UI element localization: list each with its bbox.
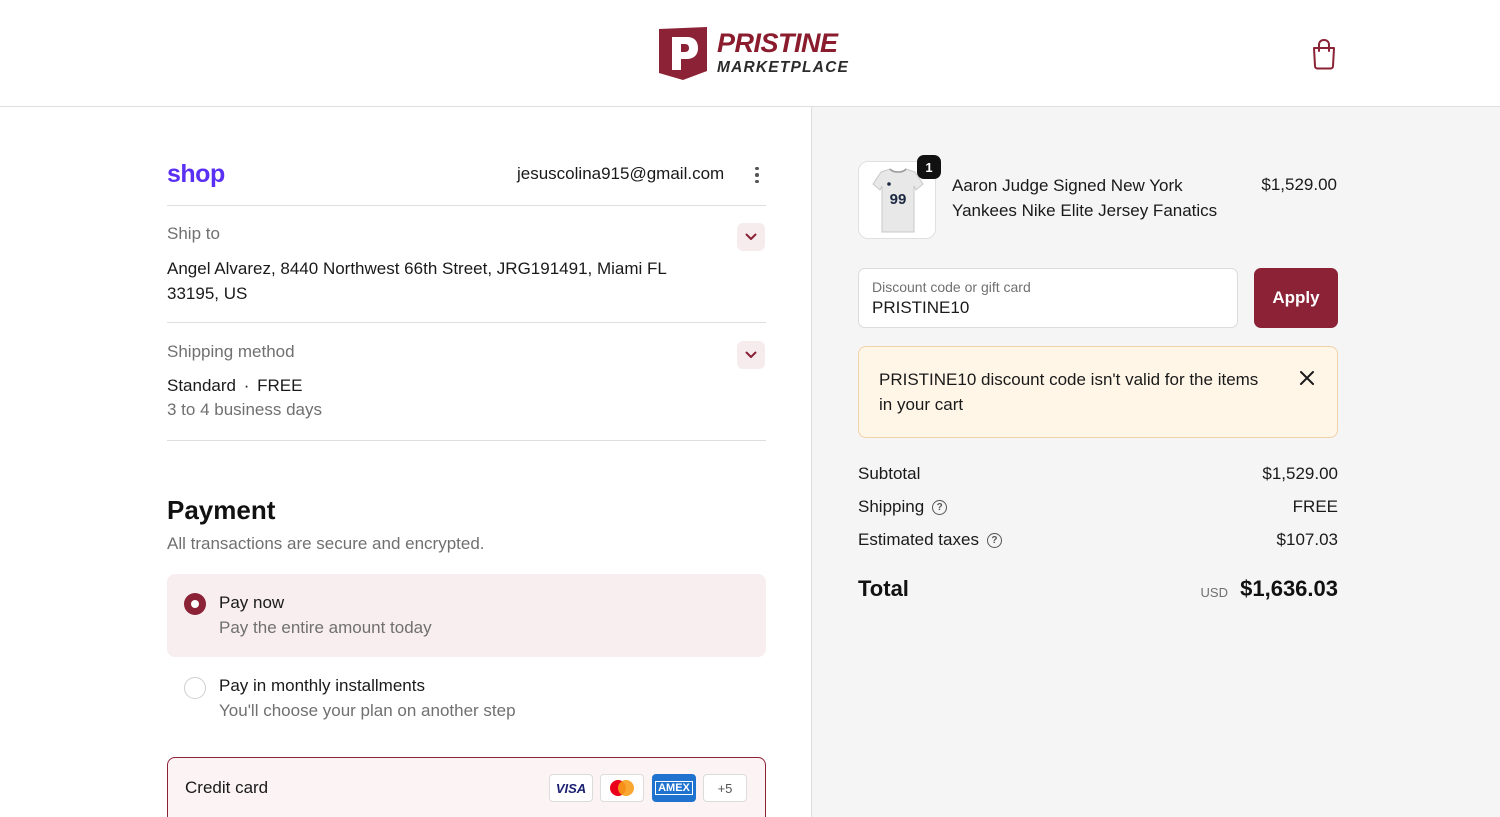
credit-card-label: Credit card [185, 778, 269, 797]
quantity-badge: 1 [917, 155, 941, 179]
apply-button[interactable]: Apply [1254, 268, 1338, 328]
pay-now-option[interactable]: Pay now Pay the entire amount today [167, 574, 766, 657]
ship-to-address: Angel Alvarez, 8440 Northwest 66th Stree… [167, 256, 667, 306]
divider [167, 322, 766, 323]
alert-code: PRISTINE10 [879, 370, 977, 389]
separator: · [243, 376, 250, 395]
divider [167, 205, 766, 206]
ship-to-toggle[interactable] [737, 223, 765, 251]
option-title: Pay now [219, 593, 285, 612]
logo-badge-icon [657, 25, 709, 81]
amex-icon: AMEX [652, 774, 696, 802]
taxes-value: $107.03 [1276, 530, 1338, 549]
discount-placeholder: Discount code or gift card [872, 279, 1031, 295]
pristine-marketplace-logo[interactable]: PRISTINE MARKETPLACE [657, 24, 852, 82]
visa-label: VISA [555, 780, 587, 796]
logo-subtitle: MARKETPLACE [717, 59, 850, 76]
option-title: Pay in monthly installments [219, 676, 425, 695]
more-cards-badge: +5 [703, 774, 747, 802]
amex-label: AMEX [655, 781, 693, 795]
address-line-2: 33195, US [167, 284, 248, 303]
more-cards-count: +5 [717, 780, 733, 796]
credit-card-option[interactable]: Credit card VISA AMEX +5 [167, 757, 766, 817]
shipping-value: FREE [1292, 497, 1338, 516]
shipping-text: Shipping [858, 497, 925, 516]
shipping-method-price: FREE [257, 376, 303, 395]
subtotal-value: $1,529.00 [1262, 464, 1338, 483]
product-price: $1,529.00 [1261, 175, 1337, 194]
shipping-method-label: Shipping method [167, 342, 295, 361]
chevron-down-icon [745, 233, 757, 240]
taxes-label: Estimated taxes ? [858, 530, 1002, 550]
total-currency: USD [1200, 585, 1228, 600]
help-icon[interactable]: ? [932, 499, 948, 515]
radio-selected-icon[interactable] [184, 593, 206, 615]
chevron-down-icon [745, 351, 757, 358]
logo-title: PRISTINE [717, 28, 838, 58]
jersey-number: 99 [890, 191, 907, 208]
option-subtitle: Pay the entire amount today [219, 618, 432, 637]
alert-message: PRISTINE10 discount code isn't valid for… [879, 367, 1259, 417]
shipping-method-toggle[interactable] [737, 341, 765, 369]
subtotal-text: Subtotal [858, 464, 921, 483]
taxes-text: Estimated taxes [858, 530, 979, 549]
close-icon[interactable] [1297, 368, 1317, 388]
divider [167, 440, 766, 441]
pay-installments-option[interactable]: Pay in monthly installments You'll choos… [167, 660, 766, 740]
product-name-line-2: Yankees Nike Elite Jersey Fanatics [952, 201, 1218, 220]
site-header: PRISTINE MARKETPLACE [0, 0, 1500, 107]
shipping-method-value: Standard · FREE [167, 373, 302, 398]
address-line-1: Angel Alvarez, 8440 Northwest 66th Stree… [167, 259, 667, 278]
shipping-method-name: Standard [167, 376, 236, 395]
discount-code-input[interactable]: Discount code or gift card PRISTINE10 [858, 268, 1238, 328]
radio-unselected-icon[interactable] [184, 677, 206, 699]
help-icon[interactable]: ? [986, 532, 1002, 548]
option-subtitle: You'll choose your plan on another step [219, 701, 516, 720]
shipping-label: Shipping ? [858, 497, 948, 517]
discount-error-alert: PRISTINE10 discount code isn't valid for… [858, 346, 1338, 438]
shop-pay-logo[interactable]: shop [167, 160, 225, 189]
more-options-icon[interactable] [748, 164, 766, 186]
payment-subtitle: All transactions are secure and encrypte… [167, 534, 485, 553]
ship-to-label: Ship to [167, 224, 220, 243]
discount-value[interactable]: PRISTINE10 [872, 298, 969, 318]
total-label: Total [858, 576, 909, 601]
account-email: jesuscolina915@gmail.com [517, 164, 725, 183]
visa-icon: VISA [549, 774, 593, 802]
subtotal-label: Subtotal [858, 464, 920, 484]
shipping-eta: 3 to 4 business days [167, 400, 322, 419]
payment-title: Payment [167, 495, 276, 525]
total-value: $1,636.03 [1240, 576, 1338, 601]
shopping-bag-icon[interactable] [1309, 38, 1339, 70]
mastercard-icon [600, 774, 644, 802]
